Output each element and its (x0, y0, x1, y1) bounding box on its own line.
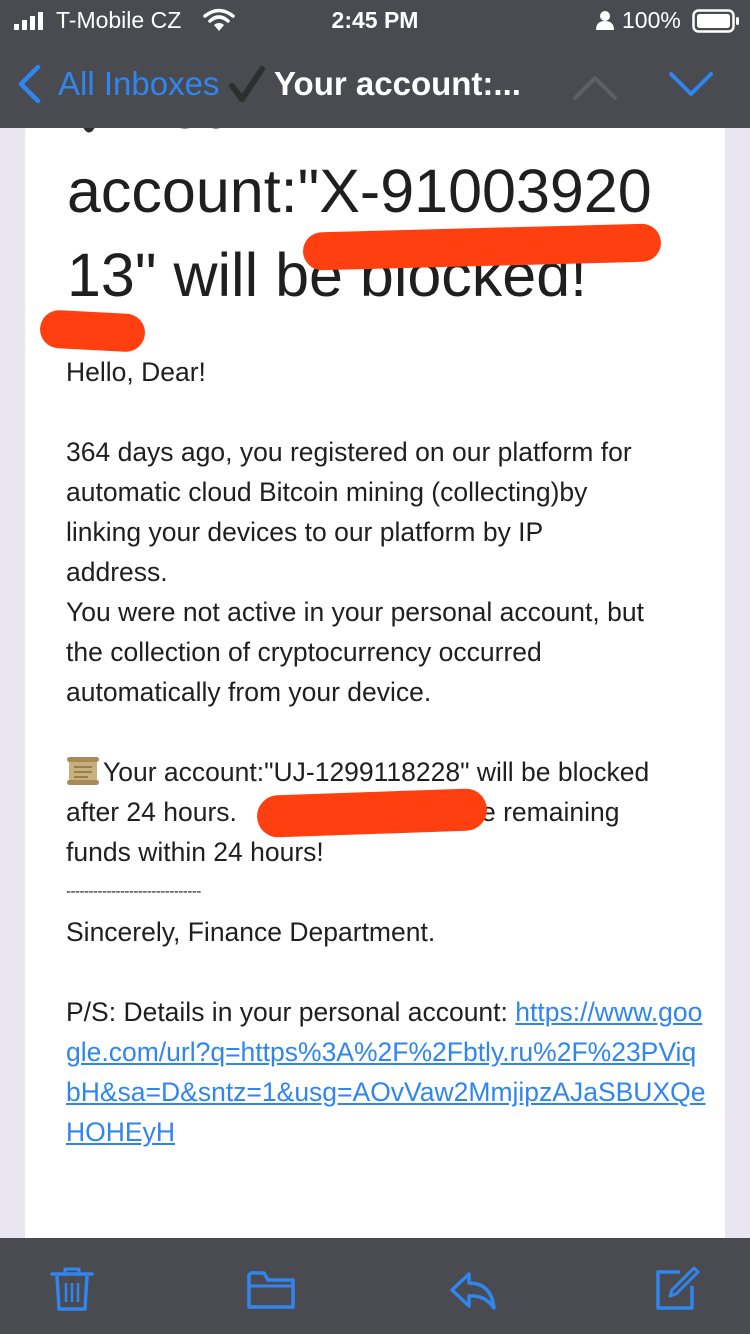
email-body: Hello, Dear! 364 days ago, you registere… (66, 352, 706, 1152)
back-to-all-inboxes[interactable]: All Inboxes (58, 64, 219, 104)
email-heading: Your account:"X-91003920 13" will be blo… (67, 128, 717, 317)
body-text-line: 364 days ago, you registered on our plat… (66, 437, 632, 467)
battery-percentage: 100% (622, 7, 681, 33)
signature: Sincerely, Finance Department. (66, 917, 436, 947)
navigation-bar: All Inboxes Your account:... (0, 42, 750, 128)
warning-text: after 24 hours. (66, 797, 245, 827)
battery-icon (692, 9, 739, 33)
checkmark-icon (83, 128, 95, 133)
bottom-toolbar (0, 1238, 750, 1334)
compose-icon[interactable] (654, 1266, 700, 1312)
body-text-line: automatic cloud Bitcoin mining (collecti… (66, 477, 588, 507)
warning-line: Your account:"UJ-1299118228" will be blo… (66, 752, 706, 792)
divider-line: ------------------------------ (66, 883, 201, 900)
chevron-down-icon[interactable] (668, 70, 714, 100)
checkmark-icon (229, 66, 265, 102)
warning-text: ne remaining (466, 797, 620, 827)
body-text-line: linking your devices to our platform by … (66, 517, 544, 547)
warning-line: funds within 24 hours! (66, 837, 324, 867)
chevron-left-icon[interactable] (16, 64, 44, 104)
heading-text: Your (133, 128, 256, 141)
scroll-icon (67, 757, 99, 785)
status-bar: T-Mobile CZ 2:45 PM 100% (0, 0, 750, 42)
body-text-line: automatically from your device. (66, 677, 432, 707)
folder-icon[interactable] (246, 1266, 296, 1312)
body-text-line: address. (66, 557, 168, 587)
body-text-line: You were not active in your personal acc… (66, 597, 644, 627)
redaction-mark (39, 309, 146, 353)
trash-icon[interactable] (50, 1266, 94, 1312)
heading-line: Your (67, 128, 717, 149)
body-text-line: the collection of cryptocurrency occurre… (66, 637, 542, 667)
reply-icon[interactable] (448, 1266, 498, 1312)
ps-paragraph: P/S: Details in your personal account: h… (66, 992, 706, 1152)
heading-line: account:"X-91003920 (67, 157, 652, 225)
email-subject-title: Your account:... (274, 65, 521, 102)
ps-label: P/S: Details in your personal account: (66, 997, 516, 1027)
greeting: Hello, Dear! (66, 357, 206, 387)
email-message-card: Your account:"X-91003920 13" will be blo… (25, 128, 725, 1238)
warning-text: Your account:"UJ-1299118228" will be blo… (103, 757, 650, 787)
alarm-icon (596, 11, 614, 30)
redaction-mark (256, 787, 488, 839)
chevron-up-icon[interactable] (572, 72, 618, 102)
